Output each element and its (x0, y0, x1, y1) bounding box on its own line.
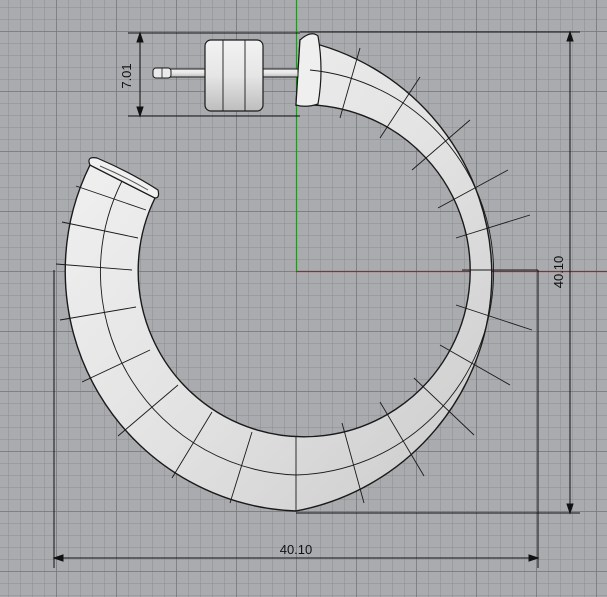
hoop-end-cap (295, 33, 322, 107)
cad-top-viewport[interactable]: 7.01 40.10 40.10 (0, 0, 607, 597)
earring-post[interactable] (152, 39, 299, 112)
earring-back (204, 39, 264, 112)
width-dimension-label: 40.10 (280, 542, 313, 557)
hoop-earring-model[interactable] (55, 33, 538, 512)
post-dimension-label: 7.01 (119, 63, 134, 88)
viewport-canvas: 7.01 40.10 40.10 (52, 0, 607, 568)
hoop-tube-body (64, 39, 493, 512)
height-dimension-label: 40.10 (551, 256, 566, 289)
